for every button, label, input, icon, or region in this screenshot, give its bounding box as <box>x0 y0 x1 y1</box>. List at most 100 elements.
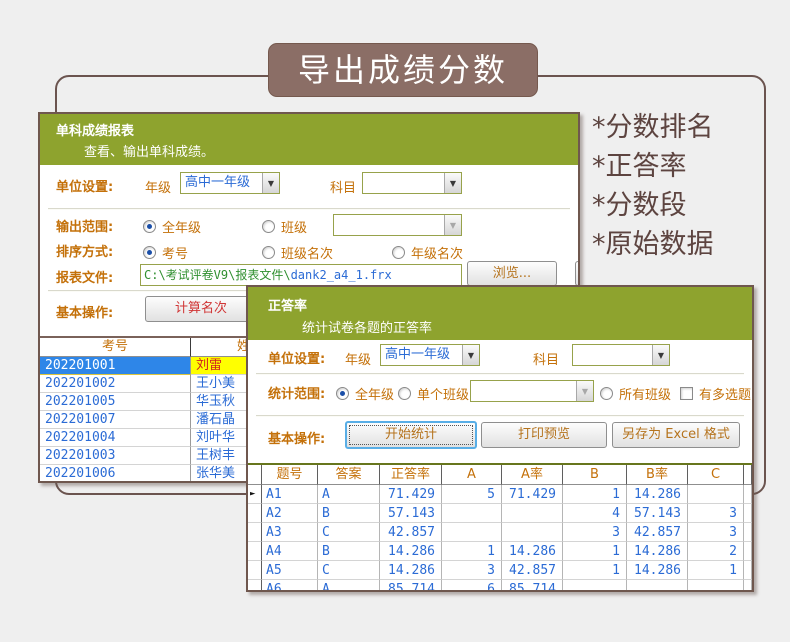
radio-icon <box>143 246 156 259</box>
feature-item: *原始数据 <box>592 225 714 264</box>
table-row[interactable]: A2 B 57.143 4 57.143 3 <box>248 504 752 523</box>
feature-item: *分数段 <box>592 186 714 225</box>
radio-icon <box>392 246 405 259</box>
chevron-down-icon[interactable]: ▼ <box>462 345 479 365</box>
table-row[interactable]: A4 B 14.286 1 14.286 1 14.286 2 <box>248 542 752 561</box>
separator <box>256 415 744 417</box>
unit-settings-label: 单位设置: <box>268 348 325 367</box>
sort-mode-label: 排序方式: <box>56 241 113 260</box>
calc-rank-button[interactable]: 计算名次 <box>145 296 257 322</box>
page-title-banner: 导出成绩分数 <box>268 43 538 97</box>
table-row[interactable]: ► A1 A 71.429 5 71.429 1 14.286 <box>248 485 752 504</box>
feature-item: *分数排名 <box>592 108 714 147</box>
multi-choice-checkbox[interactable]: 有多选题 <box>680 384 751 403</box>
checkbox-icon <box>680 387 693 400</box>
class-select: ▼ <box>333 214 462 236</box>
radio-icon <box>262 220 275 233</box>
subject-label: 科目 <box>533 349 559 368</box>
column-header-exam-no: 考号 <box>40 338 191 357</box>
radio-label: 全年级 <box>355 384 394 403</box>
radio-icon <box>600 387 613 400</box>
chevron-down-icon: ▼ <box>576 381 593 401</box>
radio-class[interactable]: 班级 <box>262 217 307 236</box>
radio-label: 班级 <box>281 217 307 236</box>
separator <box>256 373 744 375</box>
column-header-answer: 答案 <box>318 465 380 485</box>
radio-whole-grade[interactable]: 全年级 <box>336 384 394 403</box>
radio-exam-no[interactable]: 考号 <box>143 243 188 262</box>
dialog-subtitle: 统计试卷各题的正答率 <box>302 317 432 336</box>
chevron-down-icon[interactable]: ▼ <box>444 173 461 193</box>
row-selector-header <box>248 465 262 485</box>
dialog-subtitle: 查看、输出单科成绩。 <box>84 141 214 160</box>
column-header-question: 题号 <box>262 465 318 485</box>
class-select-value <box>334 215 444 235</box>
basic-ops-label: 基本操作: <box>268 428 325 447</box>
radio-icon <box>143 220 156 233</box>
table-row[interactable]: A3 C 42.857 3 42.857 3 <box>248 523 752 542</box>
report-file-path-dir: C:\考试评卷V9\报表文件\ <box>144 268 291 282</box>
stat-scope-label: 统计范围: <box>268 383 325 402</box>
radio-label: 年级名次 <box>411 243 463 262</box>
radio-label: 单个班级 <box>417 384 469 403</box>
subject-select[interactable]: ▼ <box>362 172 462 194</box>
page-title: 导出成绩分数 <box>298 51 508 89</box>
dialog-correct-rate: 正答率 统计试卷各题的正答率 单位设置: 年级 高中一年级 ▼ 科目 ▼ 统计范… <box>246 285 754 592</box>
report-file-label: 报表文件: <box>56 267 113 286</box>
radio-whole-grade[interactable]: 全年级 <box>143 217 201 236</box>
feature-list: *分数排名 *正答率 *分数段 *原始数据 <box>592 108 714 264</box>
basic-ops-label: 基本操作: <box>56 302 113 321</box>
grade-label: 年级 <box>145 177 171 196</box>
column-header-a: A <box>442 465 502 485</box>
grade-select[interactable]: 高中一年级 ▼ <box>380 344 480 366</box>
radio-label: 全年级 <box>162 217 201 236</box>
unit-settings-label: 单位设置: <box>56 176 113 195</box>
column-header-b: B <box>563 465 627 485</box>
feature-item: *正答率 <box>592 147 714 186</box>
grade-select[interactable]: 高中一年级 ▼ <box>180 172 280 194</box>
radio-all-classes[interactable]: 所有班级 <box>600 384 671 403</box>
radio-icon <box>398 387 411 400</box>
print-preview-button[interactable]: 打印预览 <box>481 422 607 448</box>
start-stat-button[interactable]: 开始统计 <box>345 421 477 449</box>
table-row[interactable]: A6 A 85.714 6 85.714 <box>248 580 752 590</box>
radio-label: 班级名次 <box>281 243 333 262</box>
current-row-marker-icon: ► <box>248 485 262 504</box>
checkbox-label: 有多选题 <box>699 384 751 403</box>
column-header-b-rate: B率 <box>627 465 688 485</box>
browse-button[interactable]: 浏览... <box>467 261 557 286</box>
save-as-excel-button[interactable]: 另存为 Excel 格式 <box>612 422 740 448</box>
grade-select-value: 高中一年级 <box>381 345 462 365</box>
report-file-path-name: dank2_a4_1.frx <box>291 268 392 282</box>
subject-label: 科目 <box>330 177 356 196</box>
table-row[interactable]: A5 C 14.286 3 42.857 1 14.286 1 <box>248 561 752 580</box>
radio-grade-rank[interactable]: 年级名次 <box>392 243 463 262</box>
column-header-c: C <box>688 465 744 485</box>
radio-icon <box>262 246 275 259</box>
dialog-title: 正答率 <box>268 295 307 314</box>
radio-class-rank[interactable]: 班级名次 <box>262 243 333 262</box>
chevron-down-icon: ▼ <box>444 215 461 235</box>
subject-select-value <box>573 345 652 365</box>
subject-select[interactable]: ▼ <box>572 344 670 366</box>
radio-icon <box>336 387 349 400</box>
single-class-select: ▼ <box>470 380 594 402</box>
partial-button[interactable] <box>575 261 580 286</box>
separator <box>48 208 570 210</box>
subject-select-value <box>363 173 444 193</box>
chevron-down-icon[interactable]: ▼ <box>652 345 669 365</box>
radio-single-class[interactable]: 单个班级 <box>398 384 469 403</box>
grade-select-value: 高中一年级 <box>181 173 262 193</box>
radio-label: 考号 <box>162 243 188 262</box>
output-scope-label: 输出范围: <box>56 216 113 235</box>
dialog-title: 单科成绩报表 <box>56 120 134 139</box>
column-header-rate: 正答率 <box>380 465 442 485</box>
column-header-a-rate: A率 <box>502 465 563 485</box>
chevron-down-icon[interactable]: ▼ <box>262 173 279 193</box>
dialog-header: 正答率 统计试卷各题的正答率 <box>248 287 752 340</box>
answer-rate-table: 题号 答案 正答率 A A率 B B率 C ► A1 A 71.429 5 71… <box>248 463 752 590</box>
report-file-input[interactable]: C:\考试评卷V9\报表文件\dank2_a4_1.frx <box>140 264 462 286</box>
radio-label: 所有班级 <box>619 384 671 403</box>
grade-label: 年级 <box>345 349 371 368</box>
single-class-select-value <box>471 381 576 401</box>
